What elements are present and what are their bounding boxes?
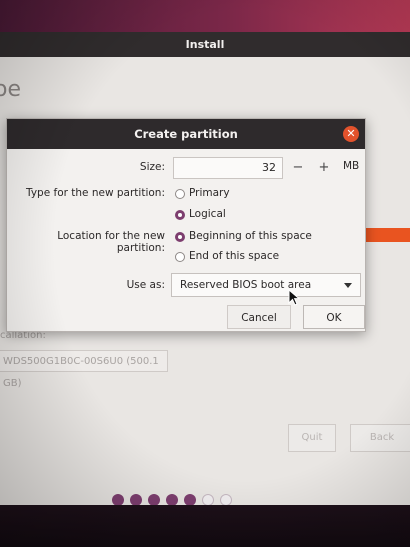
monitor-bezel <box>0 505 410 547</box>
partition-type-label: Type for the new partition: <box>26 187 165 199</box>
chevron-down-icon <box>344 283 352 288</box>
dialog-titlebar: Create partition ✕ <box>7 119 365 149</box>
create-partition-dialog: Create partition ✕ Size: 32 − + MB Type … <box>6 118 366 332</box>
installer-heading: oe <box>0 77 21 102</box>
radio-beginning[interactable] <box>175 232 185 242</box>
radio-logical-label[interactable]: Logical <box>189 208 226 220</box>
size-increment-button[interactable]: + <box>313 157 335 179</box>
size-decrement-button[interactable]: − <box>287 157 309 179</box>
installer-title: Install <box>0 32 410 57</box>
back-button[interactable]: Back <box>350 424 410 452</box>
boot-device-select[interactable]: WDS500G1B0C-00S6U0 (500.1 GB) <box>0 350 168 389</box>
quit-button[interactable]: Quit <box>288 424 336 452</box>
size-unit-label: MB <box>343 160 360 172</box>
selected-partition-row <box>365 228 410 242</box>
cancel-button[interactable]: Cancel <box>227 305 291 329</box>
partition-location-label: Location for the new partition: <box>57 230 165 254</box>
radio-logical[interactable] <box>175 210 185 220</box>
size-label: Size: <box>139 161 165 173</box>
radio-beginning-label[interactable]: Beginning of this space <box>189 230 312 242</box>
size-input[interactable]: 32 <box>173 157 283 179</box>
use-as-select[interactable]: Reserved BIOS boot area <box>171 273 361 297</box>
radio-end[interactable] <box>175 252 185 262</box>
mouse-cursor-icon <box>288 289 301 306</box>
radio-end-label[interactable]: End of this space <box>189 250 279 262</box>
dialog-title: Create partition <box>134 127 238 141</box>
radio-primary-label[interactable]: Primary <box>189 187 230 199</box>
close-icon[interactable]: ✕ <box>343 126 359 142</box>
ok-button[interactable]: OK <box>303 305 365 329</box>
radio-primary[interactable] <box>175 189 185 199</box>
use-as-label: Use as: <box>126 279 165 291</box>
